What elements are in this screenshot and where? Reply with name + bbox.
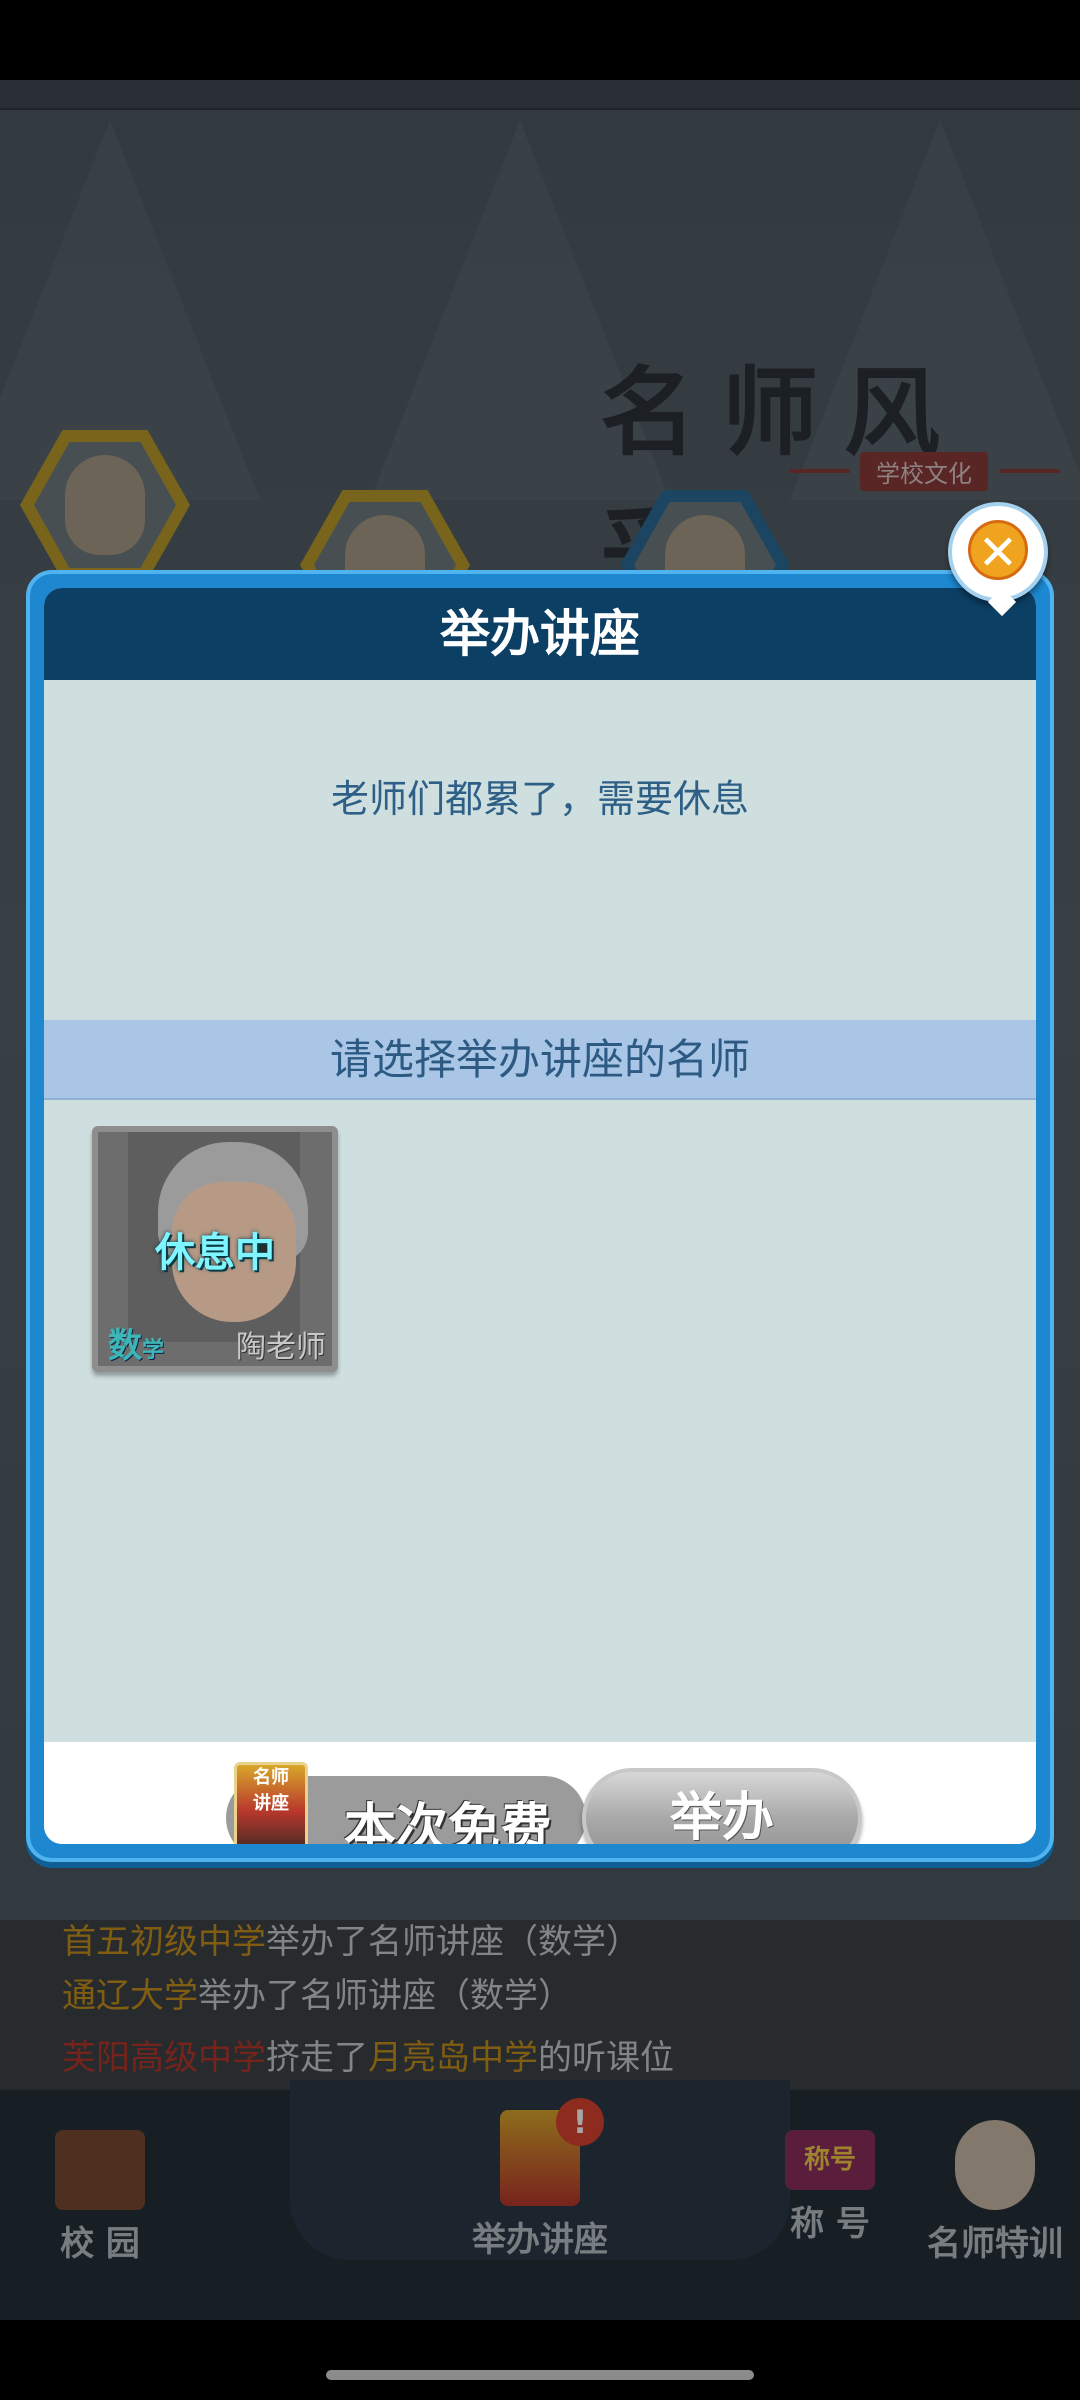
close-icon: ✕	[968, 520, 1028, 581]
dialog-title: 举办讲座	[440, 605, 640, 663]
teacher-subject-main: 数	[108, 1326, 142, 1366]
teacher-subject-small: 学	[142, 1338, 165, 1363]
dialog-body: 举办讲座 老师们都累了，需要休息 请选择举办讲座的名师 休息中 数学 陶老师 名…	[44, 588, 1036, 1844]
dialog-message: 老师们都累了，需要休息	[330, 777, 749, 821]
ticket-icon-text-top: 名师	[253, 1767, 289, 1788]
teacher-subject: 数学	[108, 1318, 165, 1366]
dialog-message-area: 老师们都累了，需要休息	[44, 680, 1036, 1020]
teacher-select-title: 请选择举办讲座的名师	[329, 1035, 750, 1084]
teacher-select-header: 请选择举办讲座的名师	[44, 1020, 1036, 1100]
hold-button[interactable]: 举办	[582, 1768, 862, 1844]
dialog-footer: 名师 讲座 本次免费 举办	[44, 1742, 1036, 1844]
cost-text: 本次免费	[344, 1799, 553, 1844]
hold-lecture-dialog: 举办讲座 老师们都累了，需要休息 请选择举办讲座的名师 休息中 数学 陶老师 名…	[26, 570, 1054, 1862]
ticket-icon-text-bottom: 讲座	[253, 1793, 289, 1814]
teacher-card[interactable]: 休息中 数学 陶老师	[92, 1126, 338, 1372]
lecture-ticket-icon: 名师 讲座	[234, 1762, 308, 1844]
close-button[interactable]: ✕	[948, 502, 1048, 602]
teacher-name: 陶老师	[236, 1330, 326, 1365]
teacher-status: 休息中	[155, 1230, 275, 1276]
dialog-header: 举办讲座	[44, 588, 1036, 680]
hold-button-label: 举办	[669, 1788, 774, 1844]
